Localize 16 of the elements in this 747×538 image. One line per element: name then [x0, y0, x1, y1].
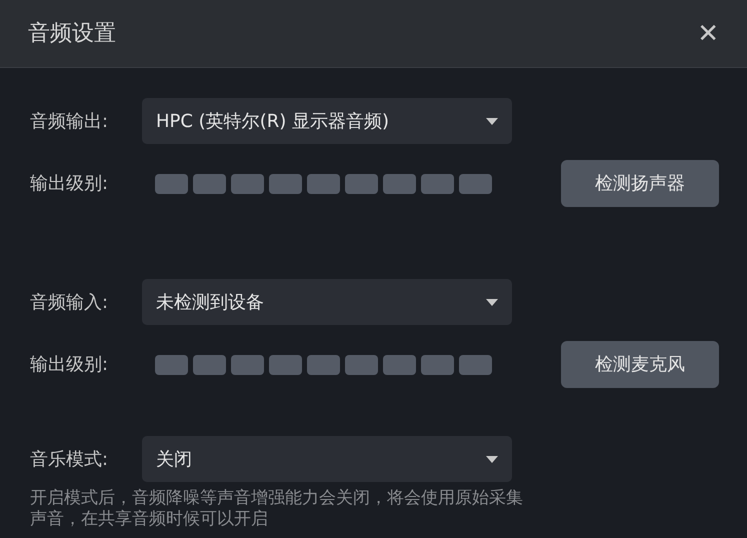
field-label: 音乐模式:	[30, 448, 110, 472]
test-button[interactable]: 检测扬声器	[561, 160, 719, 207]
window-title: 音频设置	[28, 20, 116, 48]
dropdown[interactable]: 关闭	[142, 436, 512, 482]
close-button[interactable]: ✕	[697, 20, 719, 46]
field-label: 输出级别:	[30, 353, 110, 377]
hint-text: 开启模式后，音频降噪等声音增强能力会关闭，将会使用原始采集声音，在共享音频时候可以开启	[30, 488, 524, 530]
field-label: 音频输入:	[30, 290, 110, 314]
field-label: 音频输出:	[30, 110, 110, 134]
test-button[interactable]: 检测麦克风	[561, 341, 719, 388]
field-label: 输出级别:	[30, 172, 110, 196]
caret-icon	[486, 298, 498, 306]
caret-icon	[486, 118, 498, 124]
dropdown[interactable]: HPC (英特尔(R) 显示器音频)	[142, 98, 512, 144]
caret-icon	[486, 456, 498, 462]
dropdown[interactable]: 未检测到设备	[142, 279, 512, 325]
